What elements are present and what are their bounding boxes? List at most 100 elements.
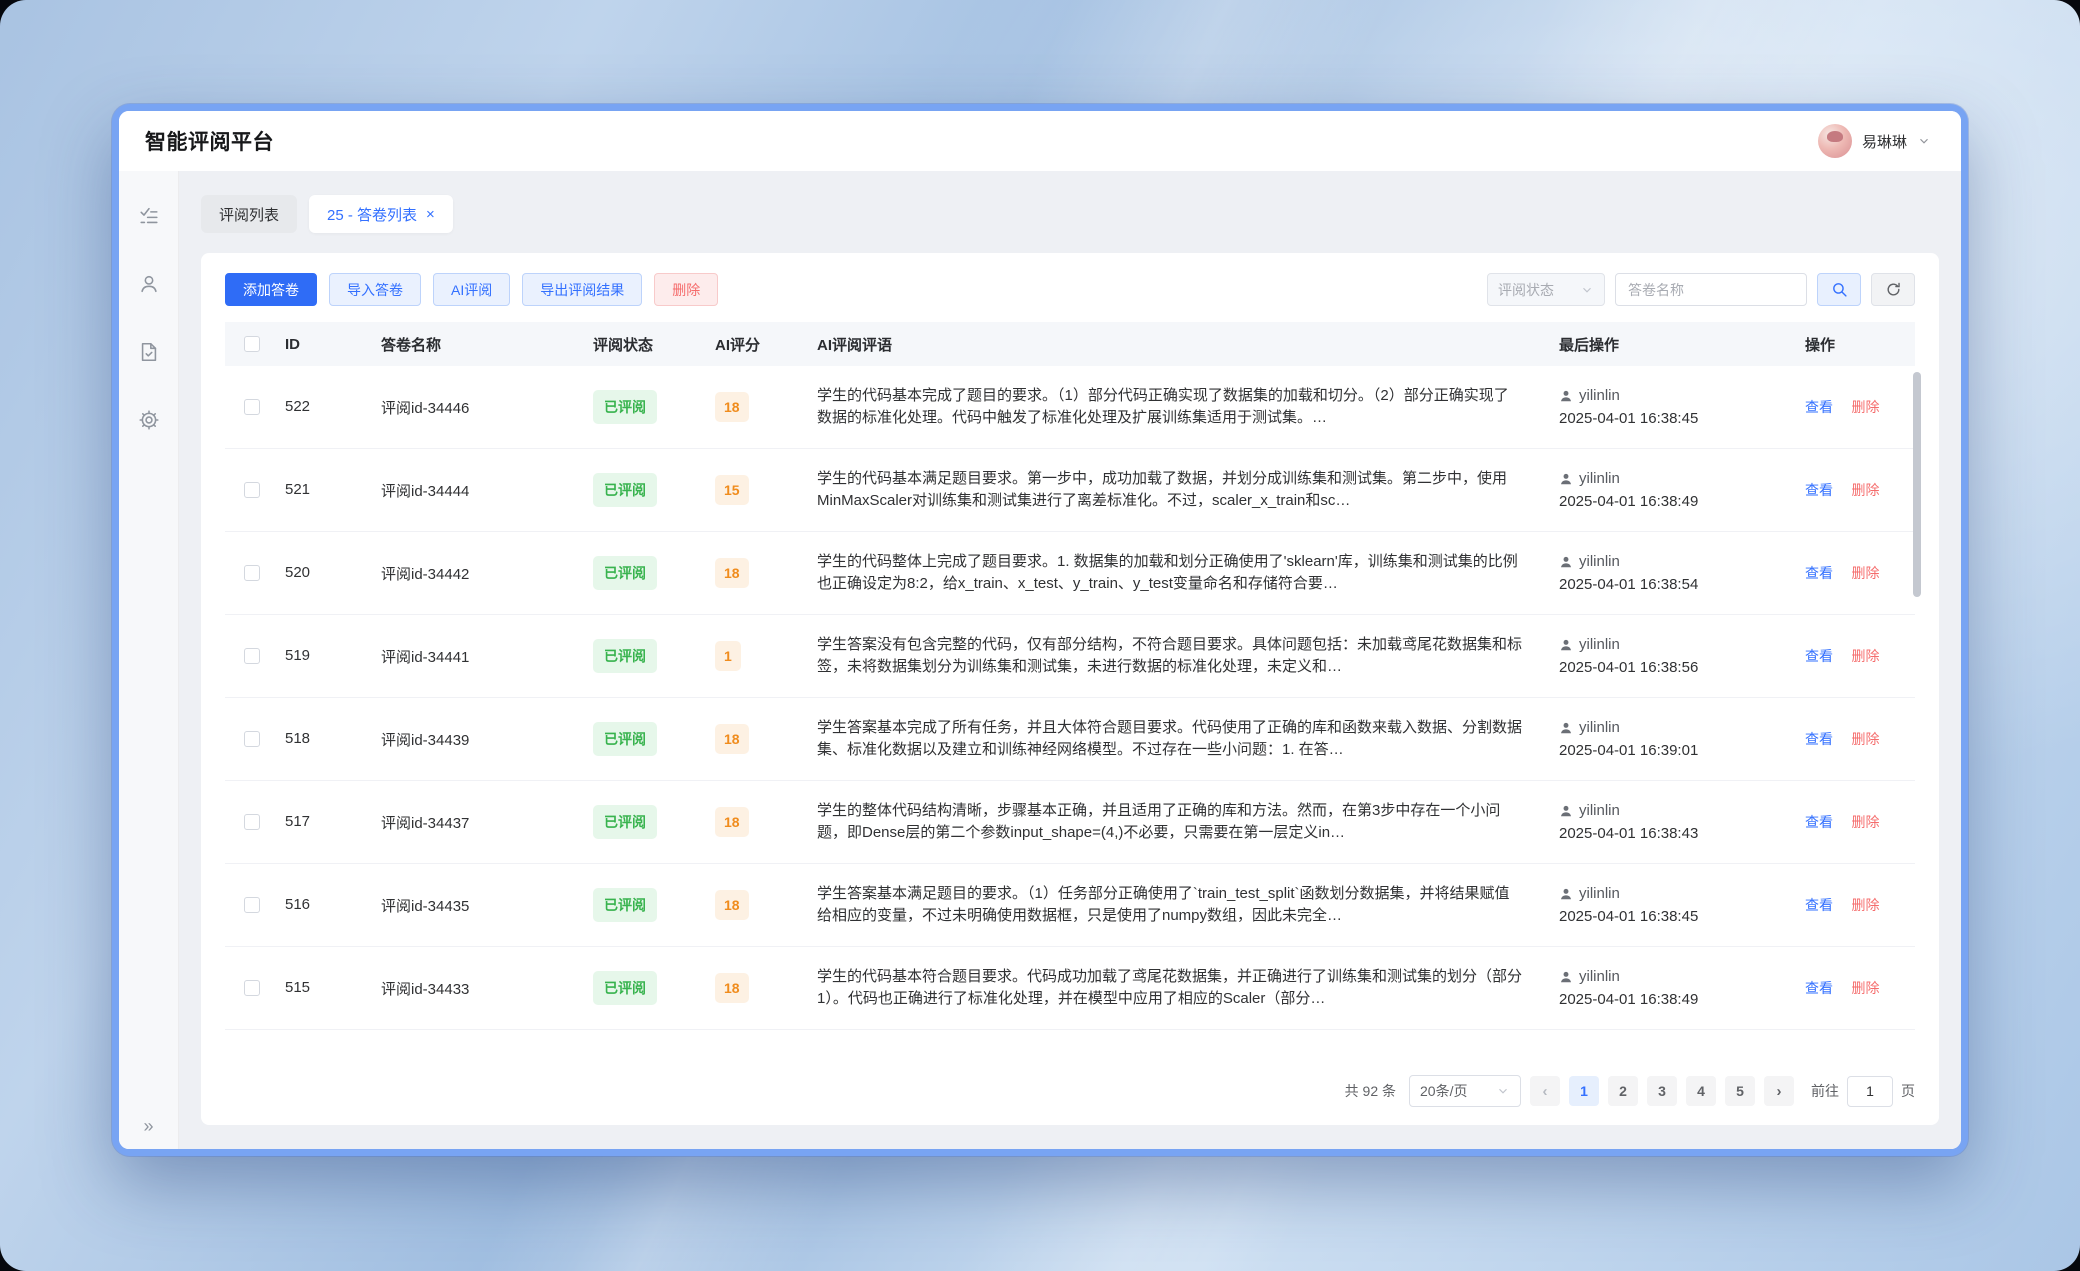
row-checkbox[interactable] xyxy=(244,482,260,498)
view-link[interactable]: 查看 xyxy=(1805,399,1833,415)
last-operation-time: 2025-04-01 16:38:45 xyxy=(1559,908,1793,925)
row-checkbox[interactable] xyxy=(244,565,260,581)
app-title: 智能评阅平台 xyxy=(145,126,274,156)
search-button[interactable] xyxy=(1817,273,1861,306)
view-link[interactable]: 查看 xyxy=(1805,814,1833,830)
user-menu[interactable]: 易琳琳 xyxy=(1818,124,1931,158)
row-id: 521 xyxy=(285,481,310,498)
person-icon xyxy=(1559,472,1573,486)
view-link[interactable]: 查看 xyxy=(1805,648,1833,664)
row-id: 518 xyxy=(285,730,310,747)
row-answer-name: 评阅id-34439 xyxy=(381,732,469,749)
gear-icon xyxy=(138,409,160,431)
select-all-checkbox[interactable] xyxy=(244,336,260,352)
app-window: 智能评阅平台 易琳琳 xyxy=(112,104,1968,1156)
ai-score-badge: 1 xyxy=(715,641,741,671)
operator-name: yilinlin xyxy=(1579,636,1620,653)
ai-score-badge: 18 xyxy=(715,807,749,837)
delete-link[interactable]: 删除 xyxy=(1851,399,1879,415)
toolbar-button[interactable]: 导出评阅结果 xyxy=(522,273,642,306)
page-button-5[interactable]: 5 xyxy=(1725,1076,1755,1106)
goto-unit: 页 xyxy=(1901,1081,1915,1101)
page-button-4[interactable]: 4 xyxy=(1686,1076,1716,1106)
user-name: 易琳琳 xyxy=(1862,131,1907,152)
answer-name-input[interactable] xyxy=(1615,273,1807,306)
view-link[interactable]: 查看 xyxy=(1805,980,1833,996)
goto-label: 前往 xyxy=(1811,1081,1839,1101)
column-header-actions: 操作 xyxy=(1799,334,1915,355)
table-row: 517 评阅id-34437 已评阅 18 学生的整体代码结构清晰，步骤基本正确… xyxy=(225,781,1915,864)
prev-page-button[interactable]: ‹ xyxy=(1530,1076,1560,1106)
row-checkbox[interactable] xyxy=(244,897,260,913)
sidebar-item-settings[interactable] xyxy=(138,409,160,431)
page-button-1[interactable]: 1 xyxy=(1569,1076,1599,1106)
delete-link[interactable]: 删除 xyxy=(1851,648,1879,664)
last-operation-time: 2025-04-01 16:38:49 xyxy=(1559,991,1793,1008)
table-row: 522 评阅id-34446 已评阅 18 学生的代码基本完成了题目的要求。（1… xyxy=(225,366,1915,449)
table-row: 519 评阅id-34441 已评阅 1 学生答案没有包含完整的代码，仅有部分结… xyxy=(225,615,1915,698)
toolbar-button[interactable]: 导入答卷 xyxy=(329,273,421,306)
table-scrollbar xyxy=(1913,370,1921,1055)
person-icon xyxy=(1559,555,1573,569)
toolbar-buttons: 添加答卷导入答卷 AI评阅导出评阅结果删除 xyxy=(225,273,718,306)
ai-comment-text: 学生的代码整体上完成了题目要求。1. 数据集的加载和划分正确使用了'sklear… xyxy=(817,551,1523,596)
operator-name: yilinlin xyxy=(1579,968,1620,985)
view-link[interactable]: 查看 xyxy=(1805,731,1833,747)
review-status-select[interactable]: 评阅状态 xyxy=(1487,273,1605,306)
toolbar-button[interactable]: 添加答卷 xyxy=(225,273,317,306)
tab-1[interactable]: 25 - 答卷列表 × xyxy=(309,195,453,233)
page-size-select[interactable]: 20条/页 xyxy=(1409,1075,1521,1107)
row-checkbox[interactable] xyxy=(244,399,260,415)
review-status-placeholder: 评阅状态 xyxy=(1498,280,1554,300)
row-checkbox[interactable] xyxy=(244,814,260,830)
view-link[interactable]: 查看 xyxy=(1805,482,1833,498)
delete-link[interactable]: 删除 xyxy=(1851,731,1879,747)
row-checkbox[interactable] xyxy=(244,980,260,996)
sidebar-item-review-list[interactable] xyxy=(138,205,160,227)
toolbar-button[interactable]: 删除 xyxy=(654,273,718,306)
table-row: 521 评阅id-34444 已评阅 15 学生的代码基本满足题目要求。第一步中… xyxy=(225,449,1915,532)
row-id: 522 xyxy=(285,398,310,415)
person-icon xyxy=(1559,970,1573,984)
tab-label: 25 - 答卷列表 xyxy=(327,204,417,225)
delete-link[interactable]: 删除 xyxy=(1851,814,1879,830)
ai-comment-text: 学生答案基本完成了所有任务，并且大体符合题目要求。代码使用了正确的库和函数来载入… xyxy=(817,717,1523,762)
row-answer-name: 评阅id-34441 xyxy=(381,649,469,666)
person-icon xyxy=(1559,804,1573,818)
person-icon xyxy=(1559,721,1573,735)
tab-0[interactable]: 评阅列表 xyxy=(201,195,297,233)
view-link[interactable]: 查看 xyxy=(1805,565,1833,581)
toolbar-button[interactable]: AI评阅 xyxy=(433,273,510,306)
avatar[interactable] xyxy=(1818,124,1852,158)
ai-comment-text: 学生的整体代码结构清晰，步骤基本正确，并且适用了正确的库和方法。然而，在第3步中… xyxy=(817,800,1523,845)
column-header-score: AI评分 xyxy=(709,334,811,355)
sidebar-item-users[interactable] xyxy=(138,273,160,295)
delete-link[interactable]: 删除 xyxy=(1851,897,1879,913)
view-link[interactable]: 查看 xyxy=(1805,897,1833,913)
column-header-status: 评阅状态 xyxy=(587,334,709,355)
delete-link[interactable]: 删除 xyxy=(1851,482,1879,498)
row-checkbox[interactable] xyxy=(244,648,260,664)
app-header: 智能评阅平台 易琳琳 xyxy=(119,111,1961,171)
page-button-2[interactable]: 2 xyxy=(1608,1076,1638,1106)
pagination: 共 92 条 20条/页 ‹ 12345 › 前往 页 xyxy=(225,1075,1915,1107)
sidebar-item-documents[interactable] xyxy=(138,341,160,363)
sidebar-collapse-icon[interactable]: » xyxy=(119,1116,178,1137)
row-id: 519 xyxy=(285,647,310,664)
delete-link[interactable]: 删除 xyxy=(1851,980,1879,996)
tab-close-icon[interactable]: × xyxy=(426,207,435,222)
person-icon xyxy=(1559,638,1573,652)
refresh-button[interactable] xyxy=(1871,273,1915,306)
next-page-button[interactable]: › xyxy=(1764,1076,1794,1106)
last-operation-time: 2025-04-01 16:38:56 xyxy=(1559,659,1793,676)
row-id: 515 xyxy=(285,979,310,996)
page-button-3[interactable]: 3 xyxy=(1647,1076,1677,1106)
row-checkbox[interactable] xyxy=(244,731,260,747)
table-scrollbar-thumb[interactable] xyxy=(1913,372,1921,597)
delete-link[interactable]: 删除 xyxy=(1851,565,1879,581)
ai-comment-text: 学生的代码基本满足题目要求。第一步中，成功加载了数据，并划分成训练集和测试集。第… xyxy=(817,468,1523,513)
review-status-badge: 已评阅 xyxy=(593,556,657,590)
goto-page-input[interactable] xyxy=(1847,1076,1893,1107)
last-operation-time: 2025-04-01 16:38:49 xyxy=(1559,493,1793,510)
operator-name: yilinlin xyxy=(1579,387,1620,404)
